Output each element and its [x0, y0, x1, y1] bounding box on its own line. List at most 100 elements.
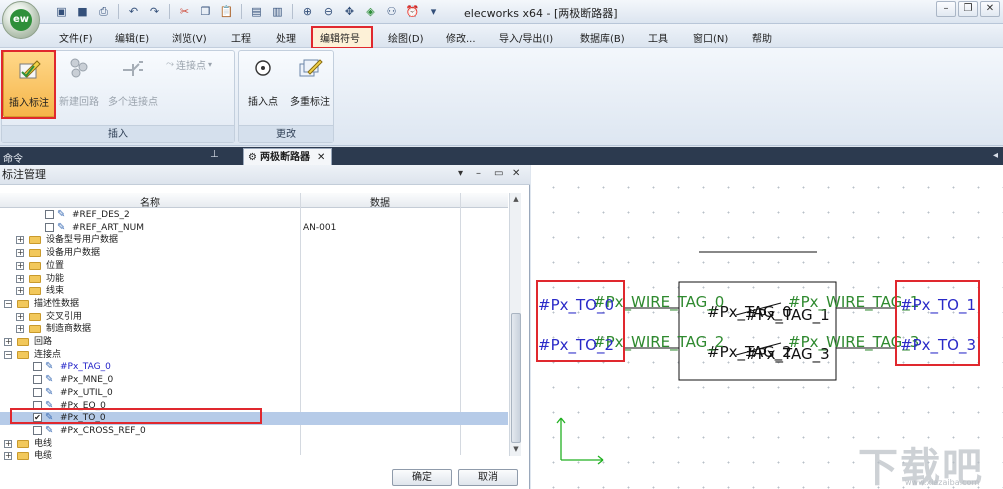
tree-folder-row[interactable]: + 线束 [0, 285, 508, 298]
restore-button[interactable]: ❐ [958, 1, 978, 17]
print-icon[interactable]: ⎙ [94, 3, 113, 20]
panel-maximize-icon[interactable]: ▭ [494, 168, 503, 179]
tree-folder-row[interactable]: + 交叉引用 [0, 311, 508, 324]
tab-two-pole-breaker[interactable]: ⚙ 两极断路器 ✕ [243, 148, 333, 165]
zoom-in-icon[interactable]: ⊕ [298, 3, 317, 20]
expand-icon[interactable]: + [16, 261, 24, 270]
undo-icon[interactable]: ↶ [124, 3, 143, 20]
new-circuit-button[interactable]: 新建回路 [56, 54, 102, 114]
cancel-button[interactable]: 取消 [458, 469, 518, 486]
tree-folder-row[interactable]: + 制造商数据 [0, 323, 508, 336]
insert-tag-highlight [1, 50, 56, 119]
tree-leaf-row[interactable]: ✎ #Px_TAG_0 [0, 361, 508, 374]
insert-point-button[interactable]: 插入点 [242, 54, 284, 114]
menu-view[interactable]: 浏览(V) [172, 30, 207, 45]
expand-icon[interactable]: + [16, 249, 24, 258]
tree-folder-row[interactable]: + 设备用户数据 [0, 247, 508, 260]
tree-scrollbar[interactable]: ▲ ▼ [509, 193, 521, 456]
tree-row-label: #Px_UTIL_0 [60, 387, 113, 398]
expand-icon[interactable]: + [4, 338, 12, 346]
menu-tools[interactable]: 工具 [648, 30, 668, 45]
pin-icon[interactable]: ⊥ [210, 149, 219, 160]
tree-folder-row[interactable]: + 电缆 [0, 450, 508, 463]
tree-checkbox[interactable] [33, 387, 42, 397]
page-icon[interactable]: ▤ [247, 3, 266, 20]
customize-qat-icon[interactable]: ▾ [424, 3, 443, 20]
menu-help[interactable]: 帮助 [752, 30, 772, 45]
menu-import-export[interactable]: 导入/导出(I) [499, 30, 553, 45]
tree-folder-row[interactable]: − 描述性数据 [0, 298, 508, 311]
zoom-out-icon[interactable]: ⊖ [319, 3, 338, 20]
tree-checkbox[interactable] [33, 425, 42, 435]
tree-folder-row[interactable]: + 功能 [0, 273, 508, 286]
collapse-icon[interactable]: − [4, 299, 12, 308]
pan-icon[interactable]: ✥ [340, 3, 359, 20]
binoculars-icon[interactable]: ⚇ [382, 3, 401, 20]
tree-row-label: 电线 [34, 438, 53, 449]
expand-icon[interactable]: + [16, 287, 24, 296]
tree-checkbox[interactable] [45, 222, 54, 232]
tree-folder-row[interactable]: + 回路 [0, 336, 508, 349]
close-window-button[interactable]: ✕ [980, 1, 1000, 17]
tree-folder-row[interactable]: − 连接点 [0, 349, 508, 362]
multi-tag-button[interactable]: 多重标注 [285, 54, 335, 114]
menu-edit[interactable]: 编辑(E) [115, 30, 149, 45]
scroll-up-icon[interactable]: ▲ [511, 194, 521, 204]
cut-icon[interactable]: ✂ [175, 3, 194, 20]
menu-draw[interactable]: 绘图(D) [388, 30, 424, 45]
tree-checkbox[interactable] [33, 362, 42, 372]
tree-checkbox[interactable] [33, 375, 42, 385]
collapse-icon[interactable]: − [4, 350, 12, 359]
multi-connect-button[interactable]: 多个连接点 [104, 54, 162, 114]
menu-process[interactable]: 处理 [276, 30, 296, 45]
new-file-icon[interactable]: ▣ [52, 3, 71, 20]
tree-leaf-row[interactable]: ✎ #Px_MNE_0 [0, 374, 508, 387]
tree-folder-row[interactable]: + 位置 [0, 260, 508, 273]
menu-window[interactable]: 窗口(N) [693, 30, 728, 45]
expand-icon[interactable]: + [16, 325, 24, 334]
tree-leaf-row[interactable]: ✎ #REF_DES_2 [0, 209, 508, 222]
paste-icon[interactable]: 📋 [217, 3, 236, 20]
zoom-fit-icon[interactable]: ◈ [361, 3, 380, 20]
clock-icon[interactable]: ⏰ [403, 3, 422, 20]
expand-icon[interactable]: + [16, 236, 24, 245]
tree-row-label: 线束 [46, 286, 65, 297]
redo-icon[interactable]: ↷ [145, 3, 164, 20]
tree-row-value[interactable]: AN-001 [303, 222, 336, 235]
panel-minimize-icon[interactable]: – [476, 168, 481, 179]
scroll-thumb[interactable] [511, 313, 521, 443]
menu-database[interactable]: 数据库(B) [580, 30, 625, 45]
connect-point-button[interactable]: ⤳ 连接点 ▾ [166, 56, 232, 72]
app-logo-button[interactable]: ew [2, 1, 40, 39]
expand-icon[interactable]: + [4, 439, 12, 448]
menu-file[interactable]: 文件(F) [59, 30, 93, 45]
minimize-button[interactable]: – [936, 1, 956, 17]
tree-folder-row[interactable]: + 电线 [0, 438, 508, 451]
tree-leaf-row[interactable]: ✎ #Px_UTIL_0 [0, 387, 508, 400]
panel-dropdown-icon[interactable]: ▾ [458, 168, 463, 179]
copy-icon[interactable]: ❐ [196, 3, 215, 20]
expand-icon[interactable]: + [16, 312, 24, 321]
multi-connect-icon [123, 61, 143, 76]
tag-icon: ✎ [45, 424, 54, 436]
close-tab-icon[interactable]: ✕ [317, 150, 325, 165]
menu-modify[interactable]: 修改... [446, 30, 476, 45]
menu-project[interactable]: 工程 [231, 30, 251, 45]
expand-icon[interactable]: + [4, 452, 12, 461]
tree-checkbox[interactable] [45, 210, 54, 219]
tree-folder-row[interactable]: + 设备型号用户数据 [0, 234, 508, 247]
doc-tab-label: 两极断路器 [259, 151, 310, 163]
column-data-header[interactable]: 数据 [300, 194, 460, 209]
column-name-header[interactable]: 名称 [0, 194, 300, 209]
expand-icon[interactable]: + [16, 274, 24, 283]
scroll-down-icon[interactable]: ▼ [511, 444, 521, 454]
ok-button[interactable]: 确定 [392, 469, 452, 486]
save-icon[interactable]: ■ [73, 3, 92, 20]
menu-edit-symbol[interactable]: 编辑符号 [320, 30, 360, 45]
panel-close-icon[interactable]: ✕ [512, 168, 520, 179]
tree-leaf-row[interactable]: ✎ #REF_ART_NUM AN-001 [0, 222, 508, 235]
chevron-left-icon[interactable]: ◂ [993, 150, 998, 161]
left-terminals-highlight [536, 280, 625, 362]
tree-leaf-row[interactable]: ✎ #Px_CROSS_REF_0 [0, 425, 508, 438]
page2-icon[interactable]: ▥ [268, 3, 287, 20]
